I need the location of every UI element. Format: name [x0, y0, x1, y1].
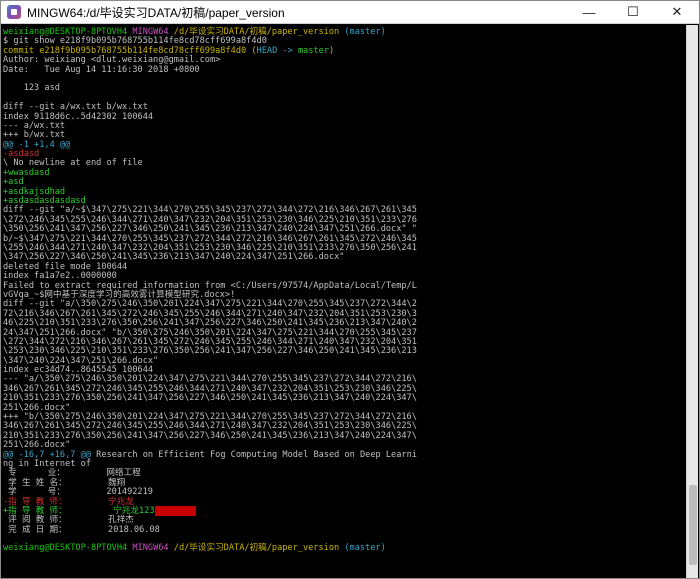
- commit-head-ref: HEAD ->: [256, 45, 298, 56]
- prompt-user: weixiang@DESKTOP-8PTOVH4: [3, 543, 128, 554]
- scrollbar-thumb[interactable]: [689, 485, 697, 565]
- terminal-output[interactable]: weixiang@DESKTOP-8PTOVH4 MINGW64 /d/毕设实习…: [1, 25, 687, 578]
- maximize-button[interactable]: ☐: [611, 1, 655, 23]
- diff-line: 210\351\233\276\350\256\241\347\256\227\…: [3, 393, 417, 404]
- cursor-line[interactable]: [3, 554, 687, 563]
- terminal-window: MINGW64:/d/毕设实习DATA/初稿/paper_version — ☐…: [0, 0, 700, 579]
- vertical-scrollbar[interactable]: [686, 25, 698, 578]
- prompt-branch: (master): [344, 27, 386, 37]
- close-button[interactable]: ✕: [655, 1, 699, 23]
- prompt-line: weixiang@DESKTOP-8PTOVH4 MINGW64 /d/毕设实习…: [3, 544, 687, 553]
- prompt-branch: (master): [344, 543, 386, 554]
- hunk-header: @@ -1 +1,4 @@: [3, 139, 71, 150]
- minimize-button[interactable]: —: [567, 1, 611, 23]
- hunk-header-line: @@ -16,7 +16,7 @@ Research on Efficient …: [3, 449, 687, 460]
- window-title: MINGW64:/d/毕设实习DATA/初稿/paper_version: [27, 5, 285, 20]
- diff-line: index 9118d6c..5d42302 100644: [3, 111, 154, 122]
- title-bar[interactable]: MINGW64:/d/毕设实习DATA/初稿/paper_version — ☐…: [1, 1, 699, 24]
- hunk-context: Research on Efficient Fog Computing Mode…: [90, 449, 417, 460]
- added-line: +asdkajsdhad: [3, 186, 66, 197]
- date-line: Date: Tue Aug 14 11:16:30 2018 +0800: [3, 64, 200, 75]
- added-line: +asd: [3, 177, 24, 188]
- added-line: +wwasdasd: [3, 167, 50, 178]
- diff-line: 210\351\233\276\350\256\241\347\256\227\…: [3, 430, 417, 441]
- diff-line: +++ b/wx.txt: [3, 130, 66, 141]
- redaction-box: [154, 505, 196, 516]
- commit-refs-open: (: [246, 45, 257, 56]
- diff-line: --- a/wx.txt: [3, 120, 66, 131]
- prompt-path: /d/毕设实习DATA/初稿/paper_version: [173, 543, 340, 554]
- commit-refs-close: ): [329, 45, 335, 56]
- doc-line-date: 完 成 日 期： 2018.06.08: [3, 524, 160, 535]
- no-newline-note: \ No newline at end of file: [3, 158, 143, 169]
- commit-branch-ref: master: [297, 45, 329, 56]
- mingw-app-icon: [7, 5, 21, 19]
- prompt-env: MINGW64: [132, 543, 169, 554]
- commit-message: 123 asd: [3, 83, 60, 94]
